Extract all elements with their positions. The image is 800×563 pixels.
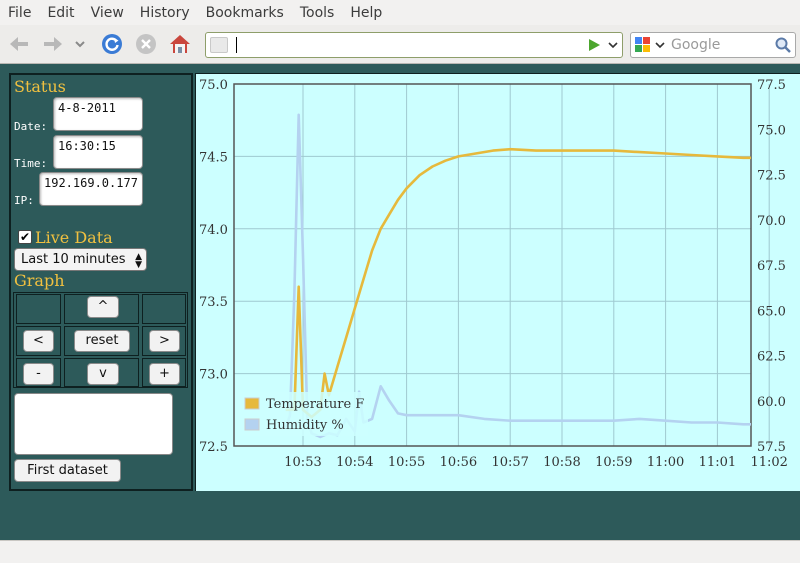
y-left-tick-label: 74.5 [199, 150, 228, 165]
y-left-tick-label: 73.0 [199, 368, 228, 383]
graph-heading: Graph [14, 271, 65, 290]
search-input[interactable]: Google [630, 32, 796, 58]
x-tick-label: 11:01 [699, 455, 736, 470]
menu-bar: File Edit View History Bookmarks Tools H… [0, 0, 800, 25]
chevron-down-icon [75, 41, 85, 48]
checkmark-icon: ✔ [19, 230, 31, 244]
y-right-tick-label: 67.5 [757, 259, 786, 274]
y-left-tick-label: 75.0 [199, 78, 228, 93]
x-tick-label: 11:00 [647, 455, 684, 470]
menu-file[interactable]: File [0, 5, 39, 21]
back-button[interactable] [8, 32, 32, 56]
x-tick-label: 10:56 [440, 455, 477, 470]
back-arrow-icon [10, 37, 28, 51]
x-tick-label: 10:58 [543, 455, 580, 470]
x-tick-label: 10:55 [388, 455, 425, 470]
text-caret [236, 37, 237, 53]
y-left-tick-label: 73.5 [199, 295, 228, 310]
legend-swatch-humidity [244, 418, 260, 431]
forward-button[interactable] [40, 32, 64, 56]
x-tick-label: 10:53 [284, 455, 321, 470]
y-right-tick-label: 62.5 [757, 350, 786, 365]
menu-help[interactable]: Help [342, 5, 390, 21]
site-identity-icon[interactable] [210, 37, 228, 53]
pan-down-button[interactable]: v [87, 363, 119, 385]
pan-up-button[interactable]: ^ [87, 296, 119, 318]
live-data-checkbox[interactable]: ✔ [18, 230, 32, 244]
first-dataset-button[interactable]: First dataset [14, 459, 121, 482]
x-tick-label: 10:59 [595, 455, 632, 470]
reload-icon [102, 34, 122, 54]
navigation-toolbar: Google [0, 25, 800, 64]
sensor-chart[interactable]: 72.5 73.0 73.5 74.0 74.5 75.0 57.5 60.0 62.5 65.0… [196, 74, 800, 491]
x-tick-label: 10:54 [336, 455, 373, 470]
time-range-value: Last 10 minutes [21, 252, 126, 267]
y-right-tick-label: 72.5 [757, 169, 786, 184]
time-field[interactable]: 16:30:15 [53, 135, 143, 169]
select-arrows-icon: ▲ ▼ [135, 252, 142, 270]
go-arrow-icon[interactable] [586, 37, 602, 53]
history-dropdown-button[interactable] [72, 32, 88, 56]
y-right-tick-label: 57.5 [757, 440, 786, 455]
reload-button[interactable] [100, 32, 124, 56]
menu-edit[interactable]: Edit [39, 5, 82, 21]
search-icon[interactable] [774, 36, 792, 54]
time-range-select[interactable]: Last 10 minutes ▲ ▼ [14, 248, 147, 271]
legend-label-temperature: Temperature F [266, 397, 364, 412]
reset-button[interactable]: reset [74, 330, 130, 352]
y-right-tick-label: 77.5 [757, 78, 786, 93]
legend-swatch-temperature [244, 397, 260, 410]
y-left-tick-label: 72.5 [199, 440, 228, 455]
x-tick-label: 11:02 [750, 455, 787, 470]
y-left-tick-label: 74.0 [199, 223, 228, 238]
y-right-tick-label: 75.0 [757, 123, 786, 138]
date-field[interactable]: 4-8-2011 [53, 97, 143, 131]
status-heading: Status [14, 77, 66, 96]
stop-button[interactable] [134, 32, 158, 56]
zoom-out-button[interactable]: - [23, 363, 54, 385]
date-label: Date: [14, 120, 48, 133]
ip-label: IP: [14, 194, 34, 207]
menu-view[interactable]: View [83, 5, 132, 21]
stop-icon [136, 34, 156, 54]
menu-bookmarks[interactable]: Bookmarks [198, 5, 292, 21]
home-icon [170, 35, 190, 53]
y-right-tick-label: 70.0 [757, 214, 786, 229]
url-input[interactable] [205, 32, 623, 58]
forward-arrow-icon [44, 37, 62, 51]
y-right-tick-label: 60.0 [757, 395, 786, 410]
pan-right-button[interactable]: > [149, 330, 180, 352]
pan-left-button[interactable]: < [23, 330, 54, 352]
time-label: Time: [14, 157, 48, 170]
grid-cell [16, 294, 61, 324]
home-button[interactable] [168, 32, 192, 56]
ip-field[interactable]: 192.169.0.177 [39, 172, 143, 206]
search-placeholder: Google [671, 37, 721, 53]
google-engine-icon[interactable] [634, 36, 668, 54]
zoom-in-button[interactable]: + [149, 363, 180, 385]
menu-tools[interactable]: Tools [292, 5, 343, 21]
menu-history[interactable]: History [132, 5, 198, 21]
y-right-tick-label: 65.0 [757, 304, 786, 319]
x-tick-label: 10:57 [491, 455, 528, 470]
url-dropdown-icon[interactable] [608, 40, 618, 50]
live-data-label: Live Data [35, 228, 113, 247]
grid-cell [142, 294, 186, 324]
notes-textarea[interactable] [14, 393, 173, 455]
browser-status-bar [0, 540, 800, 563]
legend-label-humidity: Humidity % [266, 418, 344, 433]
